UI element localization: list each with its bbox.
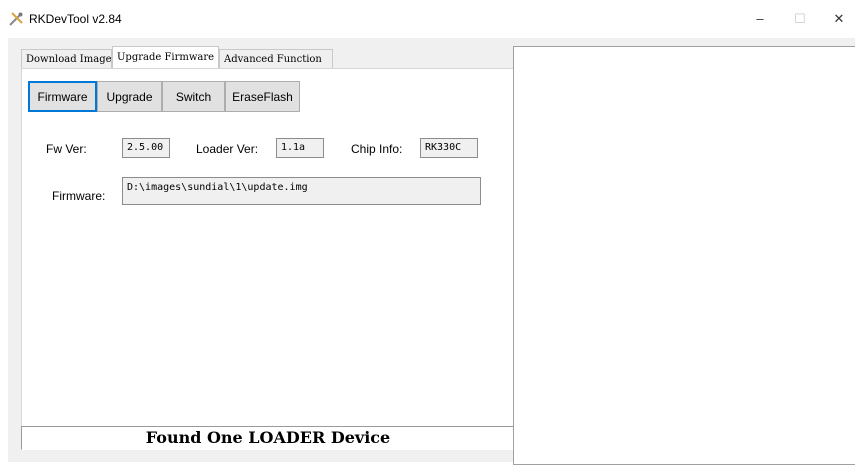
minimize-button[interactable]: – [746, 6, 774, 32]
firmware-label: Firmware: [52, 189, 106, 203]
upgrade-button[interactable]: Upgrade [97, 81, 162, 112]
firmware-path-field[interactable]: D:\images\sundial\1\update.img [122, 177, 481, 205]
status-text: Found One LOADER Device [145, 428, 391, 447]
tab-advanced-function[interactable]: Advanced Function [219, 49, 333, 68]
loader-ver-field[interactable]: 1.1a [276, 138, 324, 158]
fw-ver-label: Fw Ver: [46, 142, 87, 156]
log-output-area[interactable] [513, 46, 855, 465]
status-bar: Found One LOADER Device [21, 426, 514, 450]
window-title: RKDevTool v2.84 [29, 12, 122, 26]
switch-button[interactable]: Switch [162, 81, 225, 112]
main-window: Download Image Upgrade Firmware Advanced… [8, 38, 855, 465]
tab-download-image[interactable]: Download Image [21, 49, 112, 68]
loader-ver-label: Loader Ver: [196, 142, 259, 156]
erase-flash-button[interactable]: EraseFlash [225, 81, 300, 112]
maximize-button[interactable]: ☐ [786, 6, 814, 32]
firmware-button[interactable]: Firmware [28, 81, 97, 112]
tab-upgrade-firmware[interactable]: Upgrade Firmware [112, 46, 219, 68]
title-bar: RKDevTool v2.84 – ☐ ✕ [0, 0, 855, 38]
upgrade-firmware-panel: Firmware Upgrade Switch EraseFlash Fw Ve… [21, 68, 514, 427]
tools-icon [9, 12, 23, 26]
fw-ver-field[interactable]: 2.5.00 [122, 138, 170, 158]
close-button[interactable]: ✕ [825, 6, 853, 32]
chip-info-field[interactable]: RK330C [420, 138, 478, 158]
chip-info-label: Chip Info: [351, 142, 403, 156]
